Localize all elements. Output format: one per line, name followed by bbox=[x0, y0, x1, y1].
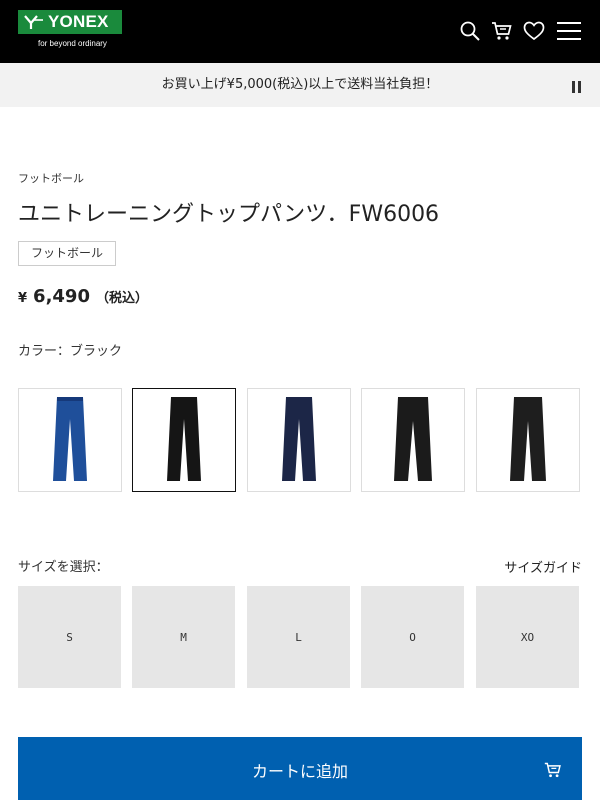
swatch-navy[interactable] bbox=[247, 388, 351, 492]
logo-wordmark: YONEX bbox=[48, 12, 109, 31]
pants-image-navy bbox=[282, 397, 316, 481]
search-icon[interactable] bbox=[458, 19, 482, 43]
swatch-black-3[interactable] bbox=[476, 388, 580, 492]
logo-tagline: for beyond ordinary bbox=[38, 39, 107, 48]
size-button-xo[interactable]: XO bbox=[476, 586, 579, 688]
size-options: S M L O XO bbox=[18, 586, 582, 688]
product-price: ¥6,490 （税込） bbox=[18, 286, 148, 307]
price-value: 6,490 bbox=[33, 286, 90, 307]
swatch-black-2[interactable] bbox=[361, 388, 465, 492]
color-label: カラー：ブラック bbox=[18, 344, 123, 359]
pants-image-black bbox=[167, 397, 201, 481]
swatch-blue[interactable] bbox=[18, 388, 122, 492]
heart-icon[interactable] bbox=[522, 19, 546, 43]
size-button-o[interactable]: O bbox=[361, 586, 464, 688]
size-button-m[interactable]: M bbox=[132, 586, 235, 688]
promo-text: お買い上げ¥5,000(税込)以上で送料当社負担！ bbox=[161, 77, 439, 92]
yonex-logo[interactable]: YONEX for beyond ordinary bbox=[18, 10, 122, 54]
logo-badge: YONEX bbox=[18, 10, 122, 34]
color-swatches bbox=[18, 388, 582, 492]
logo-mark-icon bbox=[24, 15, 43, 29]
currency-symbol: ¥ bbox=[18, 291, 28, 306]
menu-icon[interactable] bbox=[556, 19, 582, 43]
category-tag[interactable]: フットボール bbox=[18, 241, 117, 266]
size-button-l[interactable]: L bbox=[247, 586, 350, 688]
pants-image-black-2 bbox=[394, 397, 432, 481]
cart-icon bbox=[544, 762, 561, 778]
pause-icon[interactable] bbox=[572, 78, 584, 93]
site-header: YONEX for beyond ordinary bbox=[0, 0, 600, 63]
swatch-black-selected[interactable] bbox=[132, 388, 236, 492]
product-title: ユニトレーニングトップパンツ．FW6006 bbox=[18, 202, 440, 227]
add-to-cart-button[interactable]: カートに追加 bbox=[18, 737, 582, 800]
breadcrumb-category[interactable]: フットボール bbox=[18, 170, 84, 186]
size-label: サイズを選択： bbox=[18, 560, 109, 575]
cart-icon[interactable] bbox=[490, 19, 514, 43]
size-button-s[interactable]: S bbox=[18, 586, 121, 688]
add-to-cart-label: カートに追加 bbox=[251, 762, 348, 781]
header-actions bbox=[450, 19, 582, 43]
price-tax-label: （税込） bbox=[95, 291, 148, 306]
pants-image-blue bbox=[53, 397, 87, 481]
promo-banner: お買い上げ¥5,000(税込)以上で送料当社負担！ bbox=[0, 63, 600, 107]
pants-image-black-3 bbox=[510, 397, 546, 481]
size-guide-link[interactable]: サイズガイド bbox=[504, 557, 582, 576]
